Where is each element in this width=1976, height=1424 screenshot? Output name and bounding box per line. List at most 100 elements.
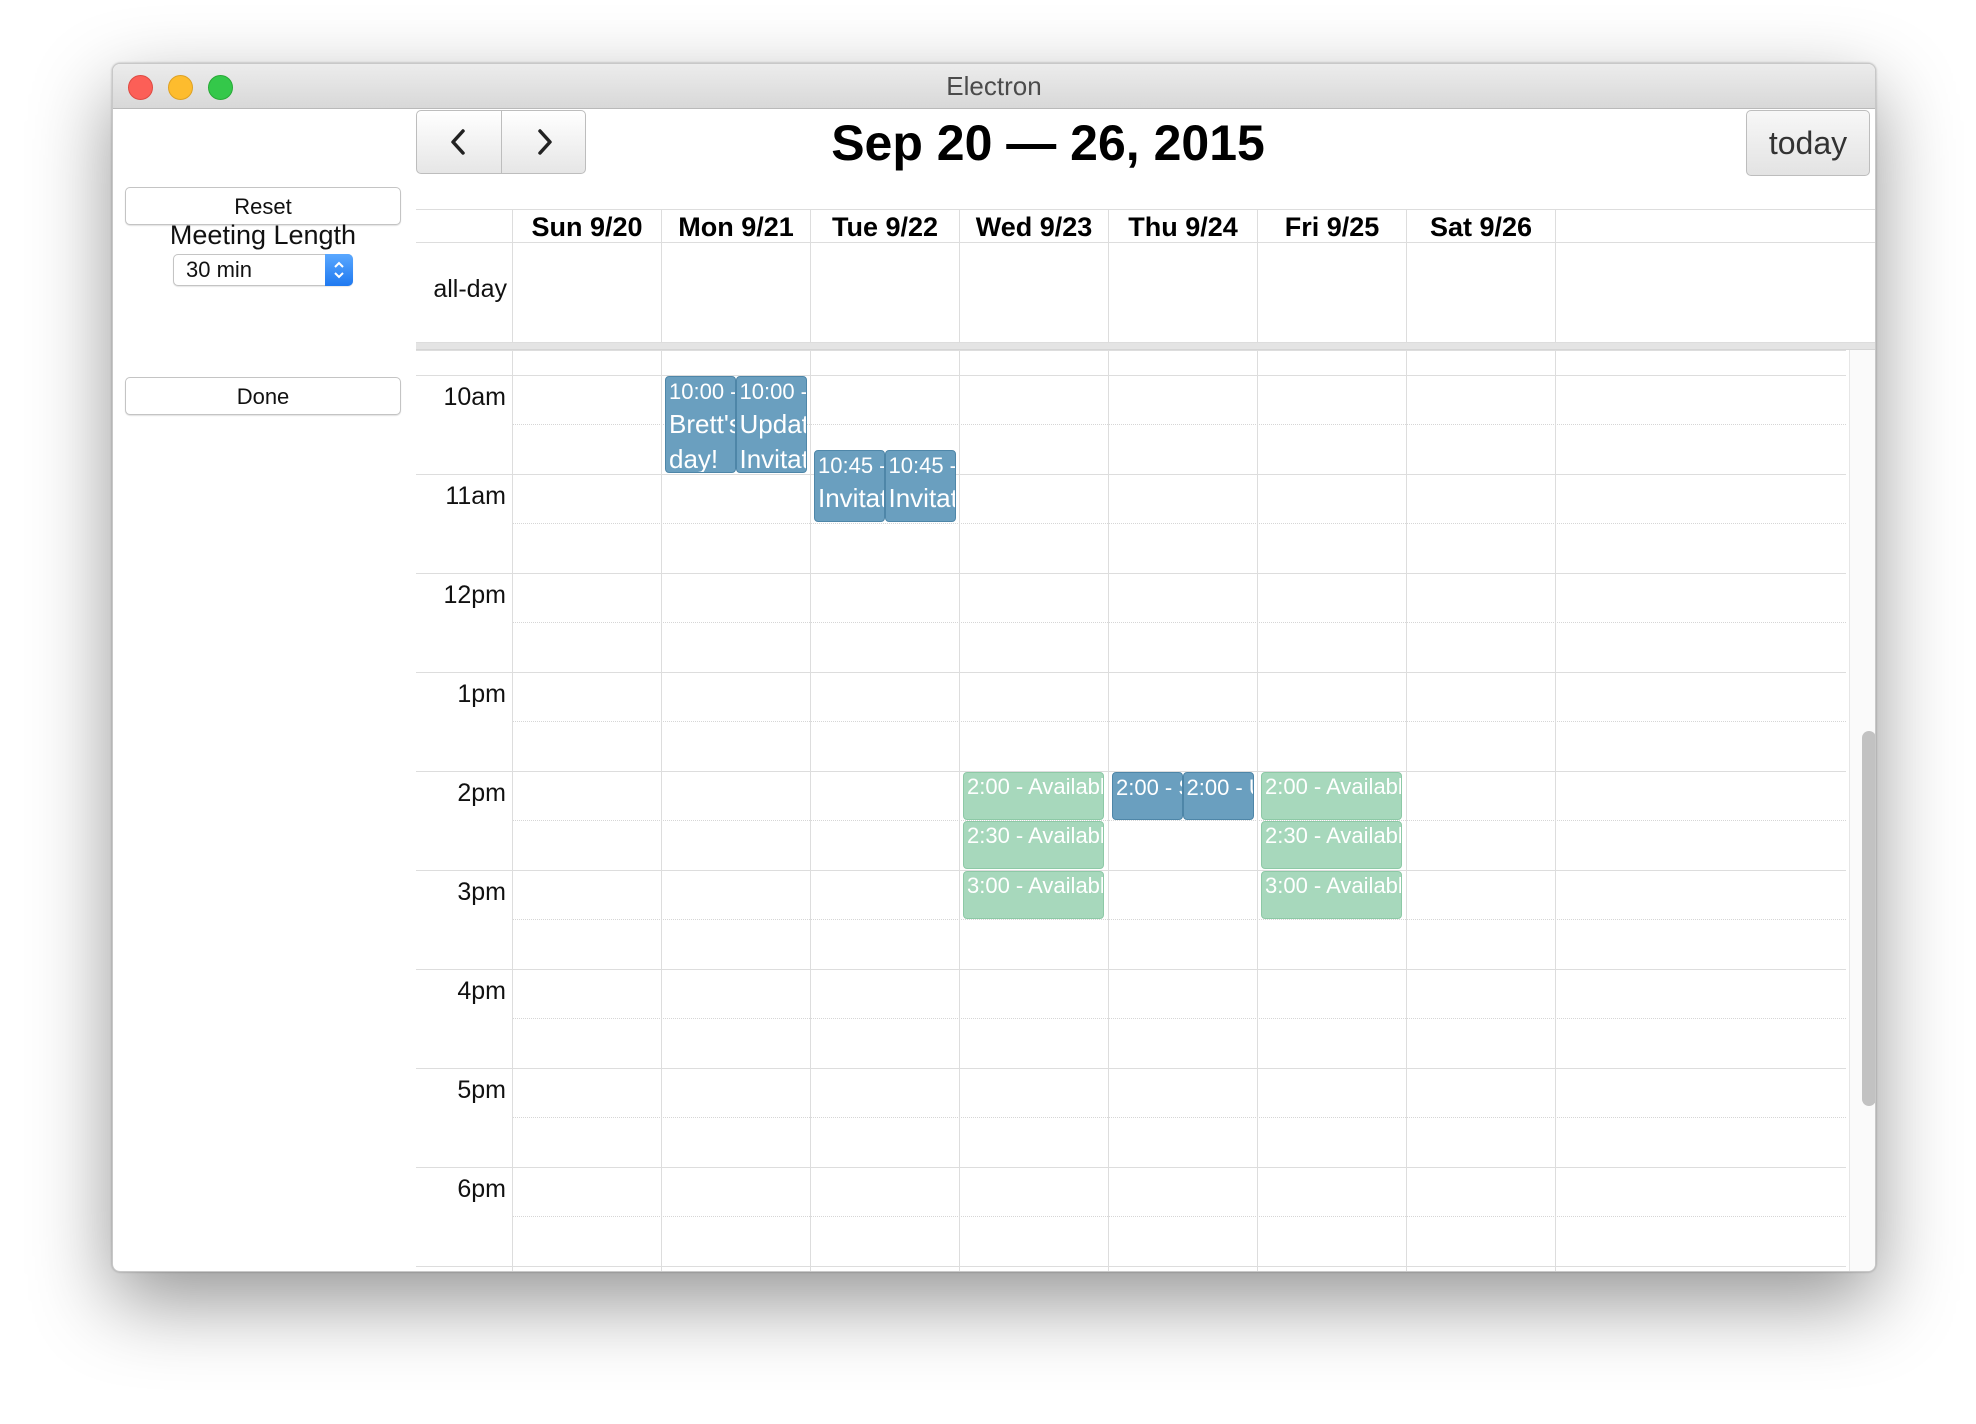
grid-line <box>416 969 1846 970</box>
grid-line <box>512 1018 1846 1019</box>
meeting-length-value: 30 min <box>186 257 253 282</box>
day-column-line <box>959 350 960 1271</box>
event-title: Update Invitation <box>739 409 806 473</box>
event-time: 10:45 - 1 <box>818 453 884 478</box>
day-header: Mon 9/21 <box>661 210 810 244</box>
grid-line <box>416 350 1846 351</box>
meeting-length-label: Meeting Length <box>169 220 357 250</box>
grid-line <box>416 375 1846 376</box>
all-day-cell[interactable] <box>959 243 1108 342</box>
all-day-cell[interactable] <box>1406 243 1555 342</box>
grid-line <box>512 1117 1846 1118</box>
grid-right-border <box>1555 210 1556 242</box>
week-calendar: Sun 9/20 Mon 9/21 Tue 9/22 Wed 9/23 Thu 9/24… <box>416 209 1875 1271</box>
event-time: 3:00 - Available <box>1265 873 1402 898</box>
calendar-event[interactable]: 2:00 - Available <box>963 772 1104 820</box>
all-day-cell[interactable] <box>1108 243 1257 342</box>
event-time: 2:30 - Available <box>967 823 1104 848</box>
grid-line <box>512 919 1846 920</box>
chevron-right-icon <box>538 129 552 155</box>
event-title: Brett's day! <box>669 409 736 473</box>
event-time: 3:00 - Available <box>967 873 1104 898</box>
event-time: 10:00 - 1 <box>739 379 806 404</box>
grid-line <box>512 721 1846 722</box>
grid-line <box>512 622 1846 623</box>
grid-line <box>416 672 1846 673</box>
event-time: 2:00 - U <box>1186 775 1253 800</box>
calendar-event[interactable]: 2:30 - Available <box>963 821 1104 869</box>
grid-line <box>512 1216 1846 1217</box>
event-time: 2:00 - Available <box>1265 774 1402 799</box>
time-grid[interactable]: 10am11am12pm1pm2pm3pm4pm5pm6pm10:00 - 1B… <box>416 350 1875 1271</box>
day-header: Fri 9/25 <box>1257 210 1406 244</box>
event-time: 2:30 - Available <box>1265 823 1402 848</box>
event-title: Invitation <box>888 483 955 513</box>
prev-next-group <box>416 110 586 174</box>
day-column-line <box>1108 350 1109 1271</box>
all-day-cell[interactable] <box>512 243 661 342</box>
time-label: 12pm <box>443 581 506 609</box>
grid-line <box>416 474 1846 475</box>
app-window: Electron Reset Meeting Length 30 min Don… <box>112 63 1876 1272</box>
day-column-line <box>661 350 662 1271</box>
time-label: 10am <box>443 383 506 411</box>
grid-right-border <box>1555 243 1556 342</box>
grid-line <box>416 1068 1846 1069</box>
calendar-event[interactable]: 3:00 - Available <box>1261 871 1402 919</box>
all-day-cell[interactable] <box>810 243 959 342</box>
calendar-event[interactable]: 2:00 - U <box>1182 772 1254 820</box>
all-day-divider <box>416 343 1875 350</box>
day-header: Sun 9/20 <box>512 210 661 244</box>
time-label: 6pm <box>457 1175 506 1203</box>
calendar-event[interactable]: 10:45 - 1 Invitation <box>884 450 956 522</box>
event-time: 10:45 - 1 <box>888 453 955 478</box>
grid-line <box>416 1266 1846 1267</box>
day-column-line <box>1555 350 1556 1271</box>
event-time: 2:00 - Available <box>967 774 1104 799</box>
grid-line <box>416 1167 1846 1168</box>
event-time: 2:00 - S <box>1116 775 1182 800</box>
chevron-left-icon <box>451 129 465 155</box>
calendar-event[interactable]: 10:00 - 1 Update Invitation <box>735 376 807 473</box>
time-label: 2pm <box>457 779 506 807</box>
scrollbar-thumb[interactable] <box>1862 731 1875 1106</box>
time-label: 3pm <box>457 878 506 906</box>
day-header: Thu 9/24 <box>1108 210 1257 244</box>
all-day-cell[interactable] <box>661 243 810 342</box>
grid-line <box>512 523 1846 524</box>
time-label: 1pm <box>457 680 506 708</box>
today-button[interactable]: today <box>1746 110 1870 176</box>
day-header: Wed 9/23 <box>959 210 1108 244</box>
day-header-row: Sun 9/20 Mon 9/21 Tue 9/22 Wed 9/23 Thu 9/24… <box>416 209 1875 244</box>
grid-line <box>416 870 1846 871</box>
day-header: Tue 9/22 <box>810 210 959 244</box>
day-column-line <box>810 350 811 1271</box>
done-button[interactable]: Done <box>125 377 401 415</box>
day-column-line <box>512 350 513 1271</box>
day-header: Sat 9/26 <box>1406 210 1555 244</box>
title-bar[interactable]: Electron <box>113 64 1875 109</box>
all-day-cell[interactable] <box>1257 243 1406 342</box>
calendar-event[interactable]: 3:00 - Available <box>963 871 1104 919</box>
time-label: 4pm <box>457 977 506 1005</box>
calendar-event[interactable]: 2:00 - Available <box>1261 772 1402 820</box>
event-time: 10:00 - 1 <box>669 379 735 404</box>
time-label: 11am <box>445 482 506 510</box>
select-arrows-icon <box>325 254 353 286</box>
calendar-event[interactable]: 2:30 - Available <box>1261 821 1402 869</box>
calendar-event[interactable]: 2:00 - S <box>1112 772 1183 820</box>
day-column-line <box>1406 350 1407 1271</box>
grid-line <box>416 573 1846 574</box>
day-column-line <box>1257 350 1258 1271</box>
all-day-row[interactable]: all-day <box>416 243 1875 343</box>
calendar-event[interactable]: 10:00 - 1 Brett's day! <box>665 376 736 473</box>
calendar-title: Sep 20 — 26, 2015 <box>831 115 1265 171</box>
all-day-label: all-day <box>433 275 507 303</box>
event-title: Invitation <box>818 483 884 513</box>
calendar-event[interactable]: 10:45 - 1 Invitation <box>814 450 885 522</box>
window-title: Electron <box>946 71 1042 101</box>
grid-line <box>512 820 1846 821</box>
prev-week-button[interactable] <box>417 111 502 173</box>
next-week-button[interactable] <box>502 111 585 173</box>
meeting-length-select[interactable]: 30 min <box>173 254 353 286</box>
